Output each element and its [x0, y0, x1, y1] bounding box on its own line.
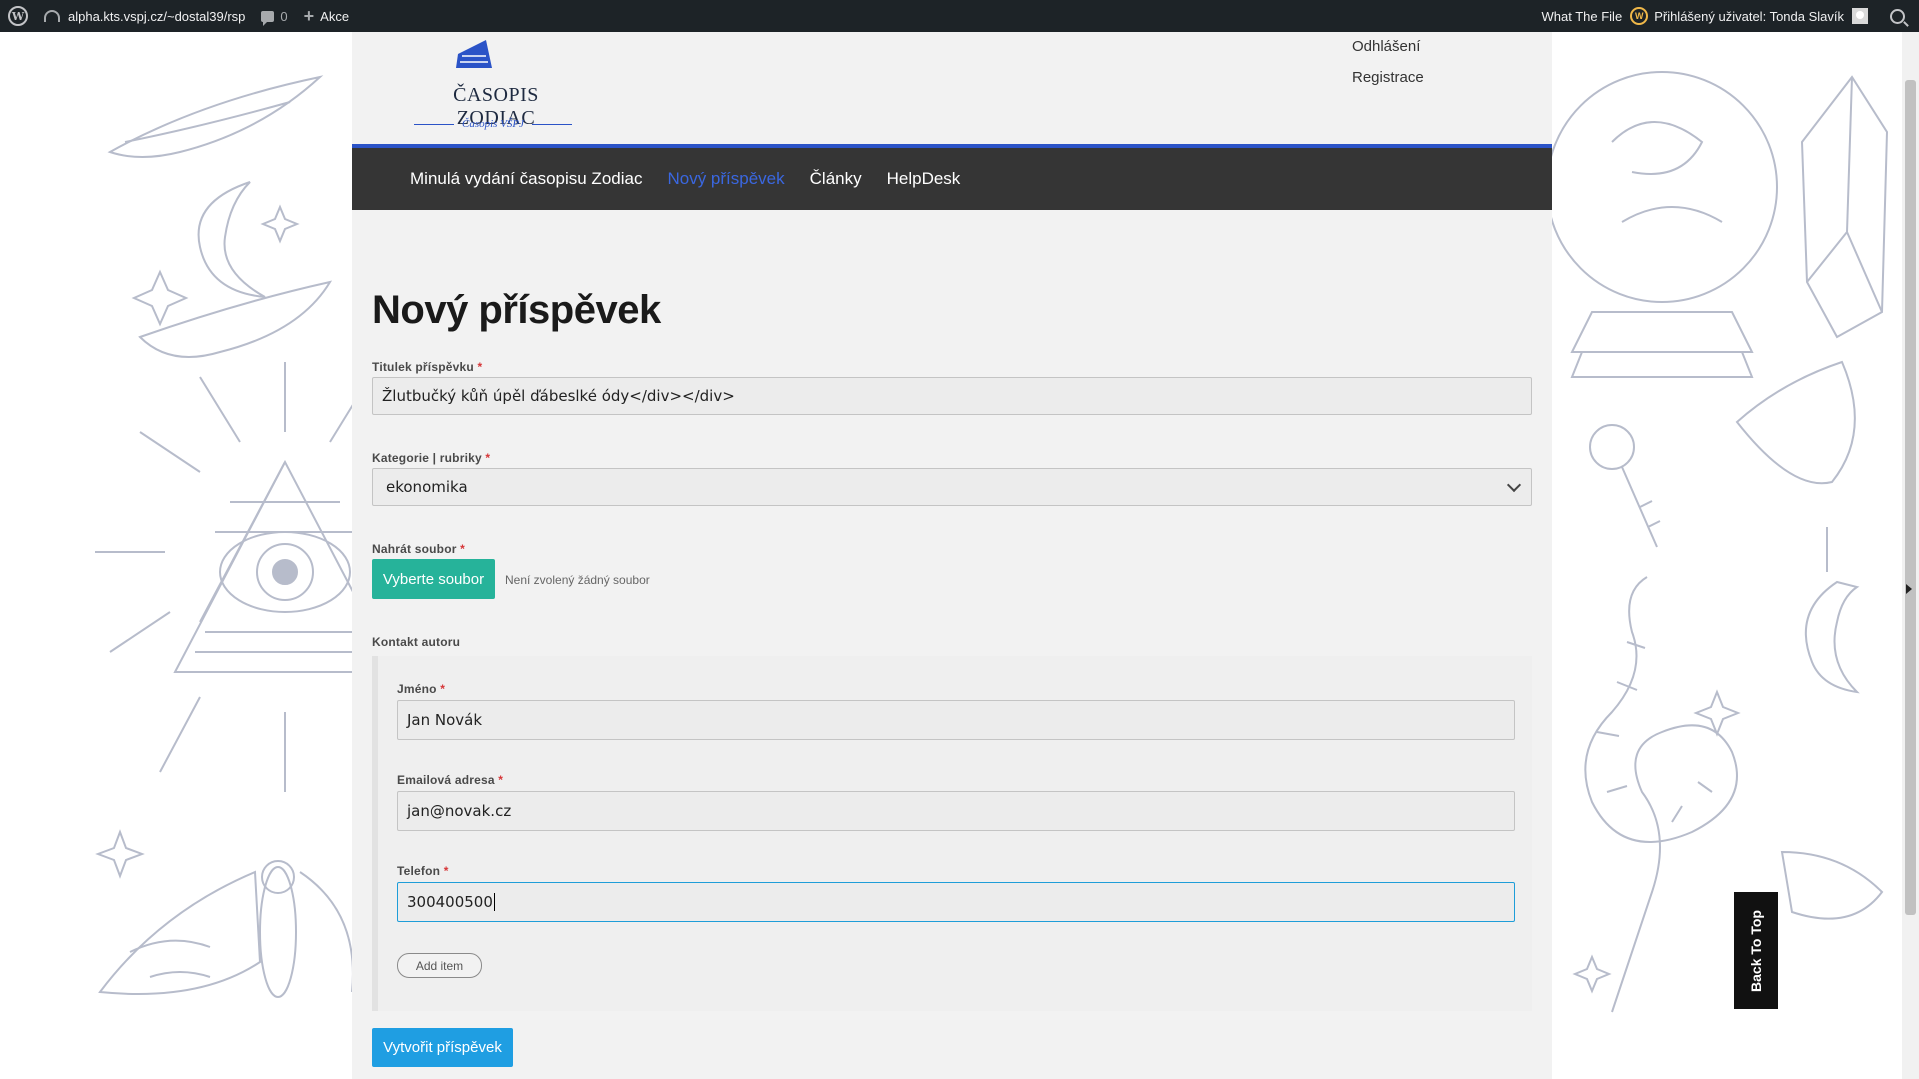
logout-link[interactable]: Odhlášení	[1352, 38, 1424, 55]
category-label: Kategorie | rubriky *	[372, 451, 491, 465]
email-label: Emailová adresa *	[397, 773, 504, 787]
site-container: ČASOPIS ZODIAC Časopis VŠPJ Odhlášení Re…	[352, 32, 1552, 1079]
search-icon[interactable]	[1890, 8, 1905, 24]
site-header: ČASOPIS ZODIAC Časopis VŠPJ Odhlášení Re…	[352, 32, 1552, 148]
title-label: Titulek příspěvku *	[372, 360, 483, 374]
nav-item-helpdesk[interactable]: HelpDesk	[887, 169, 961, 189]
plugin-menu[interactable]: What The File	[1534, 0, 1631, 32]
category-selected-value: ekonomika	[386, 478, 468, 496]
category-select[interactable]: ekonomika	[372, 468, 1532, 506]
user-greeting: Přihlášený uživatel: Tonda Slavík	[1654, 8, 1844, 24]
file-status-text: Není zvolený žádný soubor	[505, 573, 650, 587]
main-navigation: Minulá vydání časopisu Zodiac Nový přísp…	[352, 148, 1552, 210]
contact-repeater: Jméno * Jan Novák Emailová adresa * jan@…	[372, 656, 1532, 1011]
site-logo-subtitle: Časopis VŠPJ	[461, 118, 525, 130]
back-to-top-button[interactable]: Back To Top	[1734, 892, 1778, 1009]
resize-cursor-icon	[1906, 584, 1912, 594]
comments-count: 0	[280, 8, 288, 24]
phone-input[interactable]: 300400500	[397, 882, 1515, 922]
page-title: Nový příspěvek	[372, 288, 661, 332]
decorative-illustration-left	[95, 75, 352, 998]
contact-section-label: Kontakt autoru	[372, 635, 461, 649]
name-input[interactable]: Jan Novák	[397, 700, 1515, 740]
avatar	[1852, 8, 1868, 24]
nav-item-articles[interactable]: Články	[810, 169, 862, 189]
book-logo-icon[interactable]	[452, 32, 496, 70]
user-account-menu[interactable]: W Přihlášený uživatel: Tonda Slavík	[1630, 0, 1876, 32]
new-content-label: Akce	[320, 8, 350, 24]
dashboard-icon	[44, 10, 60, 22]
phone-label: Telefon *	[397, 864, 449, 878]
decorative-illustration-right	[1552, 71, 1889, 1013]
plugin-label: What The File	[1541, 8, 1623, 24]
name-label: Jméno *	[397, 682, 446, 696]
plus-icon: +	[303, 5, 315, 26]
site-logo-subtitle-row: Časopis VŠPJ	[414, 118, 572, 130]
create-post-button[interactable]: Vytvořit příspěvek	[372, 1028, 513, 1067]
header-account-links: Odhlášení Registrace	[1352, 38, 1424, 100]
admin-bar: W alpha.kts.vspj.cz/~dostal39/rsp 0 + Ak…	[0, 0, 1919, 32]
scrollbar-thumb[interactable]	[1905, 80, 1916, 915]
chevron-down-icon	[1506, 477, 1522, 493]
email-input[interactable]: jan@novak.cz	[397, 791, 1515, 831]
wordpress-logo-icon: W	[8, 6, 28, 26]
phone-input-value: 300400500	[407, 893, 493, 911]
plugin-logo-icon: W	[1630, 7, 1649, 25]
back-to-top-label: Back To Top	[1748, 909, 1764, 992]
title-input[interactable]: Žlutbučký kůň úpěl ďábeslké ódy</div></d…	[372, 377, 1532, 415]
nav-item-past-issues[interactable]: Minulá vydání časopisu Zodiac	[410, 169, 642, 189]
add-item-button[interactable]: Add item	[397, 953, 482, 978]
choose-file-button[interactable]: Vyberte soubor	[372, 559, 495, 599]
wordpress-menu[interactable]: W	[0, 0, 36, 32]
site-name-link[interactable]: alpha.kts.vspj.cz/~dostal39/rsp	[36, 0, 253, 32]
site-name: alpha.kts.vspj.cz/~dostal39/rsp	[68, 8, 246, 24]
file-label: Nahrát soubor *	[372, 542, 466, 556]
page-scrollbar[interactable]	[1902, 32, 1919, 1079]
nav-item-new-post[interactable]: Nový příspěvek	[667, 169, 784, 189]
comment-icon	[261, 10, 275, 26]
comments-link[interactable]: 0	[253, 0, 295, 32]
new-content-menu[interactable]: + Akce	[296, 0, 357, 32]
text-caret	[493, 893, 495, 911]
register-link[interactable]: Registrace	[1352, 69, 1424, 86]
